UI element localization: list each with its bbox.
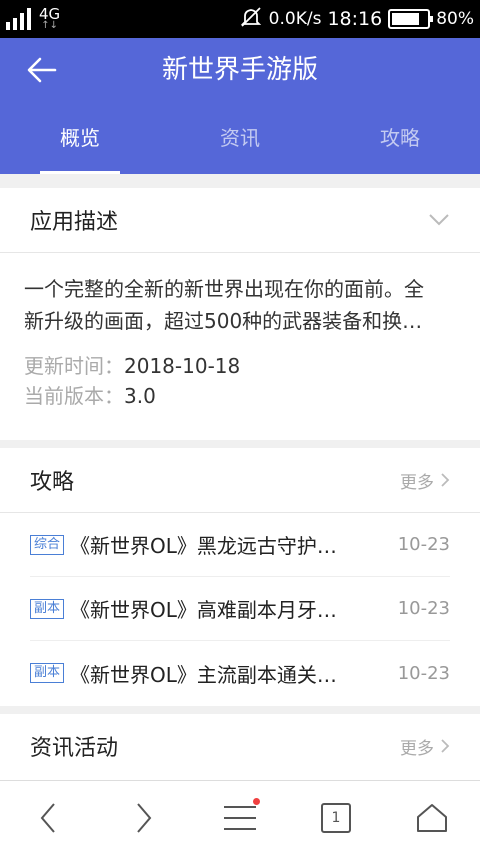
tab-bar: 概览 资讯 攻略 [0, 114, 480, 174]
home-icon [417, 803, 447, 832]
back-nav-button[interactable] [18, 788, 78, 848]
description-header[interactable]: 应用描述 [0, 188, 480, 252]
page-title: 新世界手游版 [161, 55, 318, 85]
forward-nav-button[interactable] [114, 788, 174, 848]
signal-icon [6, 8, 31, 30]
browser-toolbar: 1 [0, 780, 480, 854]
version-value: 3.0 [124, 384, 156, 408]
status-bar: 4G ↑↓ 0.0K/s 18:16 80% [0, 0, 480, 38]
article-date: 10-23 [397, 534, 450, 555]
guides-header: 攻略 更多 [0, 448, 480, 512]
notification-dot [253, 797, 260, 805]
version-label: 当前版本： [24, 384, 124, 408]
chevron-right-icon [137, 802, 152, 833]
article-date: 10-23 [397, 662, 450, 684]
guides-section: 攻略 更多 综合 《新世界OL》黑龙远古守护… 10-23 副本 《新世界OL》… [0, 448, 480, 706]
guides-more-link[interactable]: 更多 [400, 468, 450, 493]
menu-button[interactable] [210, 788, 270, 848]
update-time-label: 更新时间： [24, 354, 124, 378]
list-item[interactable]: 副本 《新世界OL》主流副本通关… 10-23 [30, 641, 450, 705]
app-header: 新世界手游版 概览 资讯 攻略 [0, 38, 480, 174]
battery-percent: 80% [436, 9, 474, 29]
chevron-right-icon [441, 473, 450, 487]
description-text: 一个完整的全新的新世界出现在你的面前。全 新升级的画面，超过500种的武器装备和… [24, 277, 424, 333]
article-date: 10-23 [397, 598, 450, 619]
news-more-link[interactable]: 更多 [400, 734, 450, 759]
news-header: 资讯活动 更多 [0, 714, 480, 778]
chevron-down-icon[interactable] [428, 208, 450, 233]
description-title: 应用描述 [30, 210, 119, 235]
article-title: 《新世界OL》高难副本月牙… [70, 598, 337, 622]
news-section: 资讯活动 更多 [0, 714, 480, 780]
tab-count-icon: 1 [321, 802, 351, 833]
network-type: 4G ↑↓ [39, 5, 61, 31]
network-speed: 0.0K/s [268, 9, 322, 29]
article-title: 《新世界OL》主流副本通关… [70, 662, 337, 687]
list-item[interactable]: 副本 《新世界OL》高难副本月牙… 10-23 [30, 577, 450, 641]
chevron-left-icon [40, 802, 55, 833]
list-item[interactable]: 综合 《新世界OL》黑龙远古守护… 10-23 [30, 513, 450, 577]
tab-guides[interactable]: 攻略 [320, 114, 480, 174]
clock: 18:16 [327, 8, 383, 30]
category-tag: 综合 [30, 534, 65, 555]
category-tag: 副本 [30, 663, 65, 683]
battery-icon [388, 9, 434, 29]
article-title: 《新世界OL》黑龙远古守护… [70, 534, 337, 558]
tabs-button[interactable]: 1 [306, 788, 366, 848]
tab-overview[interactable]: 概览 [0, 114, 160, 174]
description-section: 应用描述 一个完整的全新的新世界出现在你的面前。全 新升级的画面，超过500种的… [0, 188, 480, 440]
mute-icon [239, 5, 263, 34]
update-time-value: 2018-10-18 [124, 354, 241, 378]
category-tag: 副本 [30, 598, 65, 619]
menu-icon [224, 805, 256, 830]
update-info: 更新时间：2018-10-18 当前版本：3.0 [0, 337, 480, 411]
chevron-right-icon [441, 739, 450, 753]
guides-title: 攻略 [30, 470, 75, 495]
home-button[interactable] [402, 788, 462, 848]
news-title: 资讯活动 [30, 736, 119, 761]
tab-news[interactable]: 资讯 [160, 114, 320, 174]
guides-list: 综合 《新世界OL》黑龙远古守护… 10-23 副本 《新世界OL》高难副本月牙… [0, 513, 480, 705]
